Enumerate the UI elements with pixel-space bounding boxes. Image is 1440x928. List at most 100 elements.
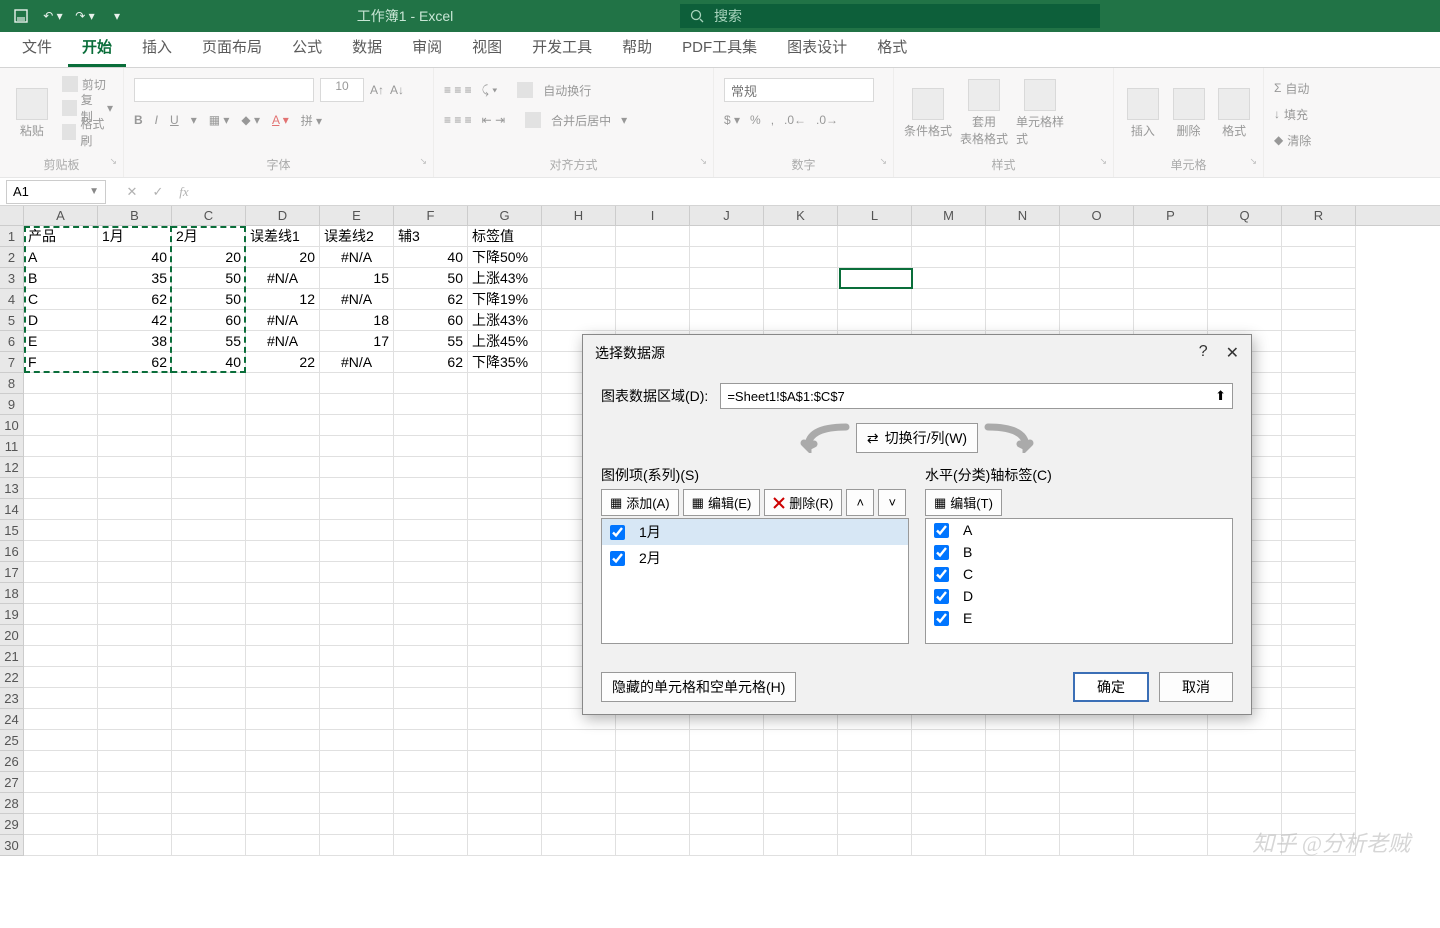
cell[interactable] bbox=[1282, 373, 1356, 394]
cell[interactable] bbox=[24, 709, 98, 730]
cell[interactable] bbox=[838, 730, 912, 751]
cell[interactable] bbox=[912, 268, 986, 289]
cell[interactable] bbox=[468, 394, 542, 415]
cell[interactable] bbox=[24, 814, 98, 835]
row-header-14[interactable]: 14 bbox=[0, 499, 24, 520]
cell[interactable] bbox=[1134, 730, 1208, 751]
cell[interactable] bbox=[246, 814, 320, 835]
row-header-4[interactable]: 4 bbox=[0, 289, 24, 310]
cell[interactable] bbox=[764, 310, 838, 331]
cell[interactable]: #N/A bbox=[246, 331, 320, 352]
axis-item-checkbox[interactable] bbox=[934, 545, 949, 560]
cell[interactable] bbox=[1134, 814, 1208, 835]
cell[interactable] bbox=[98, 457, 172, 478]
row-header-30[interactable]: 30 bbox=[0, 835, 24, 856]
row-header-27[interactable]: 27 bbox=[0, 772, 24, 793]
cell[interactable] bbox=[616, 814, 690, 835]
axis-item-checkbox[interactable] bbox=[934, 589, 949, 604]
cell[interactable] bbox=[912, 247, 986, 268]
row-header-19[interactable]: 19 bbox=[0, 604, 24, 625]
cell[interactable] bbox=[1282, 562, 1356, 583]
cell[interactable] bbox=[468, 373, 542, 394]
cell[interactable] bbox=[1208, 289, 1282, 310]
cell[interactable] bbox=[690, 268, 764, 289]
cell[interactable] bbox=[24, 415, 98, 436]
cell[interactable] bbox=[24, 394, 98, 415]
cell[interactable]: 12 bbox=[246, 289, 320, 310]
cell[interactable] bbox=[98, 499, 172, 520]
cell[interactable] bbox=[24, 541, 98, 562]
cell[interactable] bbox=[468, 835, 542, 856]
cell[interactable] bbox=[98, 751, 172, 772]
cell[interactable] bbox=[320, 709, 394, 730]
cell[interactable] bbox=[542, 751, 616, 772]
cell[interactable]: 下降19% bbox=[468, 289, 542, 310]
cell[interactable] bbox=[542, 226, 616, 247]
cell[interactable] bbox=[320, 541, 394, 562]
cell[interactable] bbox=[246, 373, 320, 394]
cell[interactable] bbox=[838, 289, 912, 310]
cell[interactable] bbox=[912, 835, 986, 856]
cell[interactable] bbox=[394, 625, 468, 646]
cell[interactable] bbox=[98, 394, 172, 415]
cell[interactable] bbox=[320, 835, 394, 856]
cell[interactable] bbox=[172, 709, 246, 730]
name-box[interactable]: A1▼ bbox=[6, 180, 106, 204]
cell[interactable] bbox=[98, 709, 172, 730]
format-painter-button[interactable]: 格式刷 bbox=[62, 120, 113, 144]
row-header-3[interactable]: 3 bbox=[0, 268, 24, 289]
cell[interactable] bbox=[468, 583, 542, 604]
cell[interactable] bbox=[172, 793, 246, 814]
row-header-28[interactable]: 28 bbox=[0, 793, 24, 814]
tab-视图[interactable]: 视图 bbox=[458, 28, 516, 67]
cell[interactable]: 误差线1 bbox=[246, 226, 320, 247]
cell[interactable] bbox=[1282, 436, 1356, 457]
axis-item-checkbox[interactable] bbox=[934, 611, 949, 626]
row-header-17[interactable]: 17 bbox=[0, 562, 24, 583]
cell[interactable] bbox=[764, 289, 838, 310]
legend-item[interactable]: 1月 bbox=[602, 519, 908, 545]
tab-文件[interactable]: 文件 bbox=[8, 28, 66, 67]
tab-插入[interactable]: 插入 bbox=[128, 28, 186, 67]
cell[interactable] bbox=[986, 814, 1060, 835]
cell[interactable] bbox=[764, 793, 838, 814]
cell[interactable] bbox=[394, 730, 468, 751]
cell[interactable] bbox=[320, 583, 394, 604]
cell[interactable] bbox=[98, 436, 172, 457]
cell[interactable] bbox=[912, 226, 986, 247]
cell[interactable]: 下降50% bbox=[468, 247, 542, 268]
cell[interactable] bbox=[246, 793, 320, 814]
cell[interactable] bbox=[542, 247, 616, 268]
cell[interactable] bbox=[468, 667, 542, 688]
axis-item[interactable]: B bbox=[926, 541, 1232, 563]
cell[interactable] bbox=[912, 730, 986, 751]
cell[interactable] bbox=[246, 457, 320, 478]
cell[interactable] bbox=[98, 583, 172, 604]
cell[interactable]: #N/A bbox=[320, 352, 394, 373]
cell[interactable] bbox=[912, 289, 986, 310]
cell[interactable] bbox=[764, 226, 838, 247]
cell[interactable] bbox=[690, 751, 764, 772]
cell[interactable] bbox=[1060, 772, 1134, 793]
row-header-9[interactable]: 9 bbox=[0, 394, 24, 415]
cell[interactable] bbox=[172, 478, 246, 499]
cell[interactable] bbox=[1134, 289, 1208, 310]
cell[interactable] bbox=[172, 772, 246, 793]
cell[interactable] bbox=[98, 415, 172, 436]
cell[interactable] bbox=[1134, 772, 1208, 793]
cell[interactable] bbox=[1282, 268, 1356, 289]
cell[interactable] bbox=[172, 667, 246, 688]
legend-series-list[interactable]: 1月2月 bbox=[601, 518, 909, 644]
cell[interactable] bbox=[468, 793, 542, 814]
cell[interactable]: #N/A bbox=[320, 247, 394, 268]
cell[interactable] bbox=[616, 751, 690, 772]
delete-cells-button[interactable]: 删除 bbox=[1170, 72, 1208, 154]
cell[interactable] bbox=[98, 646, 172, 667]
cell[interactable] bbox=[24, 499, 98, 520]
tab-审阅[interactable]: 审阅 bbox=[398, 28, 456, 67]
cell[interactable] bbox=[98, 772, 172, 793]
cell[interactable] bbox=[468, 457, 542, 478]
cell[interactable]: #N/A bbox=[320, 289, 394, 310]
cell[interactable] bbox=[394, 667, 468, 688]
col-header-O[interactable]: O bbox=[1060, 206, 1134, 225]
